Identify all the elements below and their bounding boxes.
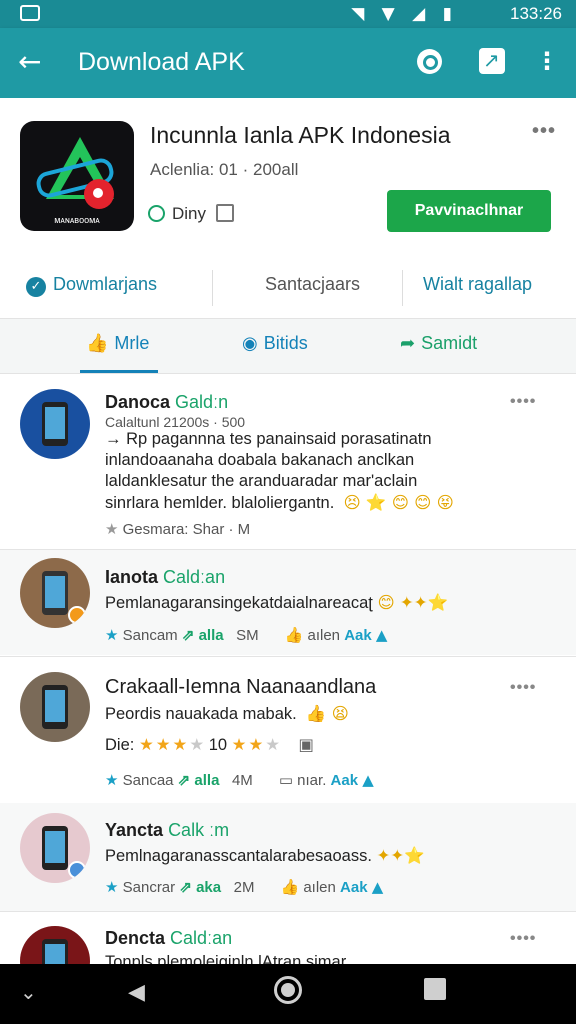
avatar[interactable] <box>20 558 90 628</box>
image-icon: ▣ <box>298 735 314 754</box>
thumbs-up-icon: 👍 <box>86 333 109 354</box>
comment-author: Ianota Caldːan <box>105 567 226 587</box>
toolbar-title: Download APK <box>78 48 245 76</box>
active-tab-indicator <box>80 370 158 373</box>
quick-links-row: ✓ Dowmlarjans Santacjaars Wialt ragallap <box>0 258 576 318</box>
tab-like[interactable]: 👍 Mrle <box>86 333 149 354</box>
tab-comments[interactable]: ◉ Bitids <box>242 333 308 354</box>
quick-link-label: Dowmlarjans <box>53 274 158 294</box>
quick-link-downloads[interactable]: ✓ Dowmlarjans <box>26 274 157 297</box>
comment-footer: ★ Sancam ⇗ alla SM 👍 aılen Aak ▲ <box>105 626 388 644</box>
comment-line: laldanklesatur the aranduaradar mar'acla… <box>105 472 418 490</box>
comment-author: Yancta Calk ːm <box>105 820 230 840</box>
info-square-icon[interactable] <box>216 204 235 222</box>
star-icon: ★ <box>105 771 119 789</box>
comment-footer: ★ Gesmara: Shar · M <box>105 520 251 538</box>
back-arrow-icon[interactable]: ← <box>18 46 41 78</box>
app-more-icon[interactable]: ••• <box>532 120 556 143</box>
bookmark-icon: ▲ <box>375 626 388 644</box>
emoji-reactions: ✦✦⭐ <box>376 846 425 865</box>
divider <box>402 270 403 306</box>
comment-item[interactable]: Crakaall-Iemna Naanaandlana •••• Peordis… <box>0 657 576 803</box>
comment-author: Crakaall-Iemna Naanaandlana <box>105 676 377 698</box>
check-badge-icon: ✓ <box>26 277 46 297</box>
comment-more-icon[interactable]: •••• <box>510 393 536 411</box>
comment-footer: ★ Sancaa ⇗ alla 4M ▭ nıar. Aak ▲ <box>105 771 374 789</box>
download-button[interactable]: Pavvinaclhnar <box>387 190 551 232</box>
status-icons: ◥ ▼ ◢ ▮ <box>351 4 458 24</box>
status-bar: ◥ ▼ ◢ ▮ 133:26 <box>0 0 576 28</box>
comment-author: Danoca Galdːn <box>105 392 229 412</box>
search-icon[interactable] <box>414 46 446 78</box>
comment-text: Peordis nauakada mabak. 👍 😫 <box>105 704 349 723</box>
emoji-reactions: 👍 😫 <box>305 704 349 723</box>
app-meta: Aclenlia: 01 · 200all <box>150 160 299 179</box>
nav-back-icon[interactable]: ◀ <box>128 980 145 1005</box>
comment-more-icon[interactable]: •••• <box>510 679 536 697</box>
emoji-reactions: 😊 ✦✦⭐ <box>377 593 449 612</box>
tab-share[interactable]: ➦ Samidt <box>400 333 477 354</box>
avatar[interactable] <box>20 926 90 964</box>
comment-footer: ★ Sancrar ⇗ aka 2M 👍 aılen Aak ▲ <box>105 878 384 896</box>
comment-line: sinrlara hemlder. blaloliergantn. 😣 ⭐ 😊 … <box>105 493 454 512</box>
tab-label: Samidt <box>421 333 478 353</box>
bookmark-icon: ▲ <box>362 771 374 789</box>
share-arrow-icon: ➦ <box>400 333 416 354</box>
shield-icon <box>148 205 165 222</box>
notification-app-icon <box>20 5 40 21</box>
comment-item[interactable]: Dencta Caldːan •••• Tonpls plemolejginln… <box>0 912 576 964</box>
comment-text: Tonpls plemolejginln lAtran simar <box>105 953 347 964</box>
chevron-down-icon[interactable]: ⌄ <box>20 980 37 1004</box>
nav-recents-icon[interactable] <box>424 978 446 1000</box>
rating-stars: ★★★ <box>138 735 190 754</box>
avatar[interactable] <box>20 672 90 742</box>
comment-item[interactable]: Danoca Galdːn •••• Calaltunl 21200s · 50… <box>0 375 576 549</box>
system-navigation-bar: ⌄ ◀ <box>0 964 576 1024</box>
comment-item[interactable]: Yancta Calk ːm Pemlnagaranasscantalarabe… <box>0 803 576 911</box>
emoji-reactions: 😣 ⭐ 😊 😊 😝 <box>343 493 454 512</box>
comment-more-icon[interactable]: •••• <box>510 930 536 948</box>
tab-label: Bitids <box>263 333 308 353</box>
comment-icon[interactable]: ▭ <box>279 771 293 789</box>
bookmark-icon: ▲ <box>371 878 384 896</box>
app-toolbar: ← Download APK ⋮ <box>0 28 576 98</box>
comment-date: Calaltunl 21200s · 500 <box>105 414 246 430</box>
location-pin-icon: ◉ <box>242 333 258 354</box>
thumbs-up-icon[interactable]: 👍 <box>285 626 304 644</box>
comment-text: Pemlanagaransingekatdaialnareacaʈ 😊 ✦✦⭐ <box>105 593 449 612</box>
star-icon: ★ <box>105 520 119 538</box>
app-tag-label: Diny <box>172 204 207 223</box>
app-logo-icon: ᴍᴀɴᴀʙᴏᴏᴍᴀ <box>20 121 134 231</box>
star-icon: ★ <box>105 626 119 644</box>
comment-line: → Rp pagannna tes panainsaid porasatinat… <box>105 430 432 448</box>
avatar[interactable] <box>20 813 90 883</box>
comment-author: Dencta Caldːan <box>105 928 233 948</box>
comment-line: inlandoaanaha doabala bakanach anclkan <box>105 451 415 469</box>
chart-icon[interactable] <box>477 46 509 78</box>
nav-home-icon[interactable] <box>274 976 302 1004</box>
comment-rating: Die: ★★★★ 10 ★★★ ▣ <box>105 735 314 754</box>
app-tag: Diny <box>148 204 235 224</box>
comment-item[interactable]: Ianota Caldːan Pemlanagaransingekatdaial… <box>0 550 576 655</box>
quick-link-contacts[interactable]: Santacjaars <box>265 274 360 295</box>
divider <box>212 270 213 306</box>
quick-link-view[interactable]: Wialt ragallap <box>423 274 532 295</box>
tab-label: Mrle <box>114 333 150 353</box>
app-logo-text: ᴍᴀɴᴀʙᴏᴏᴍᴀ <box>54 215 100 225</box>
thumbs-up-icon[interactable]: 👍 <box>280 878 299 896</box>
tab-bar: 👍 Mrle ◉ Bitids ➦ Samidt <box>0 318 576 374</box>
comment-text: Pemlnagaranasscantalarabesaoass. ✦✦⭐ <box>105 846 425 865</box>
status-time: 133:26 <box>510 4 562 23</box>
overflow-menu-icon[interactable]: ⋮ <box>535 46 567 78</box>
avatar[interactable] <box>20 389 90 459</box>
app-name: Incunnla Ianla APK Indonesia <box>150 122 451 148</box>
star-icon: ★ <box>105 878 119 896</box>
